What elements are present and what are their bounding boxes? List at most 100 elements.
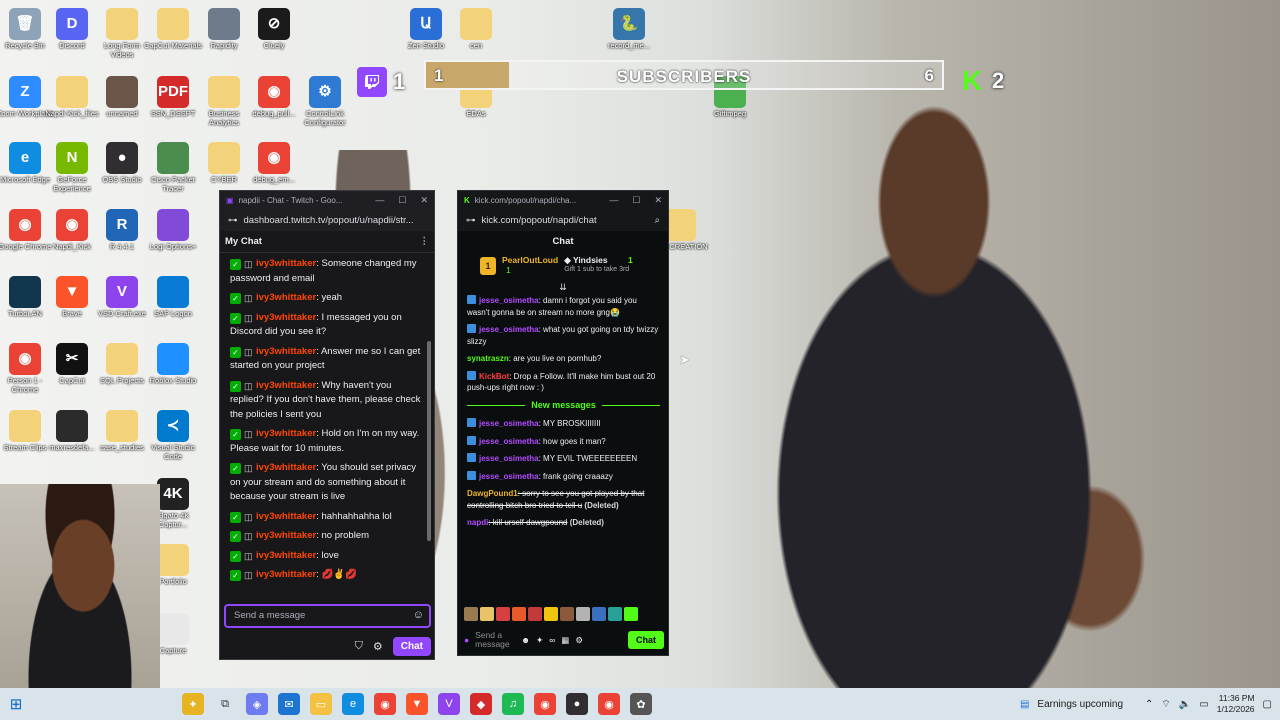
maximize-button[interactable]: ☐ xyxy=(398,195,406,206)
desktop-icon[interactable]: ≺ Visual Studio Code xyxy=(144,410,202,461)
site-info-icon[interactable]: ⊶ xyxy=(466,215,476,226)
obs-icon[interactable]: ● xyxy=(566,693,588,715)
chrome-icon[interactable]: ◉ xyxy=(374,693,396,715)
kick-chat-button[interactable]: Chat xyxy=(628,631,664,649)
desktop-icon[interactable]: ◉ debug_pull... xyxy=(245,76,303,119)
desktop-icon[interactable]: SQL Projects xyxy=(93,343,151,386)
chat-message[interactable]: ✓ ◫ ivy3whittaker: Hold on I'm on my way. … xyxy=(230,427,426,456)
settings-app-icon[interactable]: ✿ xyxy=(630,693,652,715)
chat-message[interactable]: ✓ ◫ ivy3whittaker: You should set privacy … xyxy=(230,461,426,505)
chat-username[interactable]: jesse_osimetha xyxy=(479,472,539,481)
zoom-icon[interactable]: ⌕ xyxy=(655,215,660,226)
site-info-icon[interactable]: ⊶ xyxy=(228,215,238,226)
chat-username[interactable]: ivy3whittaker xyxy=(256,312,316,323)
desktop-icon[interactable]: CapCut Materials xyxy=(144,8,202,51)
chat-username[interactable]: jesse_osimetha xyxy=(479,296,539,305)
desktop-icon[interactable]: SAP Logon xyxy=(144,276,202,319)
mic-icon[interactable]: ● xyxy=(464,635,469,645)
kick-emote-bar[interactable] xyxy=(464,607,638,621)
chat-username[interactable]: ivy3whittaker xyxy=(256,569,316,580)
gear-icon[interactable]: ⚙ xyxy=(373,640,383,653)
powerpoint-icon[interactable]: ◆ xyxy=(470,693,492,715)
chat-username[interactable]: DawgPound1 xyxy=(467,489,518,498)
kick-url-bar[interactable]: ⊶ kick.com/popout/napdi/chat ⌕ xyxy=(458,209,668,231)
chat-username[interactable]: ivy3whittaker xyxy=(256,428,316,439)
chat-username[interactable]: jesse_osimetha xyxy=(479,325,539,334)
chat-username[interactable]: KickBot xyxy=(479,372,509,381)
chat-message[interactable]: ✓ ◫ ivy3whittaker: no problem xyxy=(230,529,426,544)
task-view-icon[interactable]: ⧉ xyxy=(214,693,236,715)
chrome-alt-icon[interactable]: ◉ xyxy=(598,693,620,715)
desktop-icon[interactable]: Cisco Packet Tracer xyxy=(144,142,202,193)
spotify-icon[interactable]: ♫ xyxy=(502,693,524,715)
deleted-chat-message[interactable]: napdi: kill urself dawgpound (Deleted) xyxy=(467,517,660,529)
wifi-icon[interactable]: ⌔ xyxy=(1161,698,1170,711)
news-icon[interactable]: ▤ xyxy=(1020,699,1029,710)
chat-message[interactable]: synatraszn: are you live on pornhub? xyxy=(467,353,660,365)
minimize-button[interactable]: — xyxy=(609,195,618,206)
quick-emote-icon[interactable]: ✦ xyxy=(536,635,543,646)
tray-chevron-icon[interactable]: ⌃ xyxy=(1145,699,1153,710)
chat-message[interactable]: jesse_osimetha: MY BROSKIIIIIII xyxy=(467,418,660,430)
desktop-icon[interactable]: 🐍 record_me... xyxy=(600,8,658,51)
desktop-icon[interactable]: V VSD Craft.exe xyxy=(93,276,151,319)
emote-icon[interactable] xyxy=(576,607,590,621)
chat-username[interactable]: ivy3whittaker xyxy=(256,346,316,357)
second-gifter[interactable]: ◆ Yindsies 1 Gift 1 sub to take 3rd xyxy=(564,255,633,273)
brave-icon[interactable]: ▼ xyxy=(406,693,428,715)
maximize-button[interactable]: ☐ xyxy=(632,195,640,206)
chat-username[interactable]: ivy3whittaker xyxy=(256,530,316,541)
emote-icon[interactable] xyxy=(544,607,558,621)
chat-username[interactable]: ivy3whittaker xyxy=(256,380,316,391)
desktop-icon[interactable]: ◉ debug_em... xyxy=(245,142,303,185)
twitch-message-input[interactable]: Send a message ☺ xyxy=(224,604,431,628)
edge-icon[interactable]: e xyxy=(342,693,364,715)
chat-message[interactable]: ✓ ◫ ivy3whittaker: hahhahhahha lol xyxy=(230,510,426,525)
close-button[interactable]: ✕ xyxy=(654,195,662,206)
twitch-chat-button[interactable]: Chat xyxy=(392,636,431,656)
chat-username[interactable]: ivy3whittaker xyxy=(256,292,316,303)
visual-studio-icon[interactable]: V xyxy=(438,693,460,715)
emote-picker-icon[interactable]: ☺ xyxy=(413,609,424,621)
emote-icon[interactable] xyxy=(624,607,638,621)
chat-username[interactable]: ivy3whittaker xyxy=(256,550,316,561)
chat-message[interactable]: ✓ ◫ ivy3whittaker: 💋✌️💋 xyxy=(230,568,426,583)
chat-message[interactable]: ✓ ◫ ivy3whittaker: love xyxy=(230,549,426,564)
chat-message[interactable]: ✓ ◫ ivy3whittaker: Someone changed my pass… xyxy=(230,257,426,286)
emote-icon[interactable] xyxy=(496,607,510,621)
chat-message[interactable]: jesse_osimetha: frank going craaazy xyxy=(467,470,660,483)
kick-message-list[interactable]: jesse_osimetha: damn i forgot you said y… xyxy=(458,291,668,529)
emote-icon[interactable] xyxy=(464,607,478,621)
desktop-icon[interactable]: Logi Options+ xyxy=(144,209,202,252)
volume-icon[interactable]: 🔈 xyxy=(1179,699,1191,710)
desktop-icon[interactable]: PDF SSN_DSSPT xyxy=(144,76,202,119)
chat-username[interactable]: ivy3whittaker xyxy=(256,511,316,522)
deleted-chat-message[interactable]: DawgPound1: sorry to see you got played … xyxy=(467,488,660,511)
chat-message[interactable]: ✓ ◫ ivy3whittaker: I messaged you on Disco… xyxy=(230,311,426,340)
chat-username[interactable]: ivy3whittaker xyxy=(256,462,316,473)
chat-message[interactable]: ✓ ◫ ivy3whittaker: Why haven't you replied… xyxy=(230,379,426,423)
emote-picker-icon[interactable]: ☻ xyxy=(521,635,530,645)
mail-icon[interactable]: ✉ xyxy=(278,693,300,715)
chat-message[interactable]: ✓ ◫ ivy3whittaker: Answer me so I can get … xyxy=(230,345,426,374)
emote-icon[interactable] xyxy=(512,607,526,621)
emote-icon[interactable] xyxy=(608,607,622,621)
shield-icon[interactable]: ⛉ xyxy=(355,640,363,653)
emote-icon[interactable] xyxy=(560,607,574,621)
more-options-icon[interactable]: ⋮ xyxy=(420,236,430,247)
emote-icon[interactable] xyxy=(528,607,542,621)
close-button[interactable]: ✕ xyxy=(420,195,428,206)
chrome-profile-icon[interactable]: ◉ xyxy=(534,693,556,715)
copilot-icon[interactable]: ◈ xyxy=(246,693,268,715)
desktop-icon[interactable]: ⊘ Cluely xyxy=(245,8,303,51)
chat-message[interactable]: jesse_osimetha: how goes it man? xyxy=(467,435,660,448)
minimize-button[interactable]: — xyxy=(375,195,384,206)
chat-message[interactable]: jesse_osimetha: what you got going on td… xyxy=(467,324,660,347)
chat-username[interactable]: jesse_osimetha xyxy=(479,437,539,446)
desktop-icon[interactable]: cen xyxy=(447,8,505,51)
desktop-icon[interactable]: ⚙ ControlLink Configurator xyxy=(296,76,354,127)
emote-icon[interactable] xyxy=(480,607,494,621)
desktop-icon[interactable]: case_studies xyxy=(93,410,151,453)
desktop-icon[interactable]: Roblox Studio xyxy=(144,343,202,386)
twitch-url-bar[interactable]: ⊶ dashboard.twitch.tv/popout/u/napdii/st… xyxy=(220,209,434,231)
